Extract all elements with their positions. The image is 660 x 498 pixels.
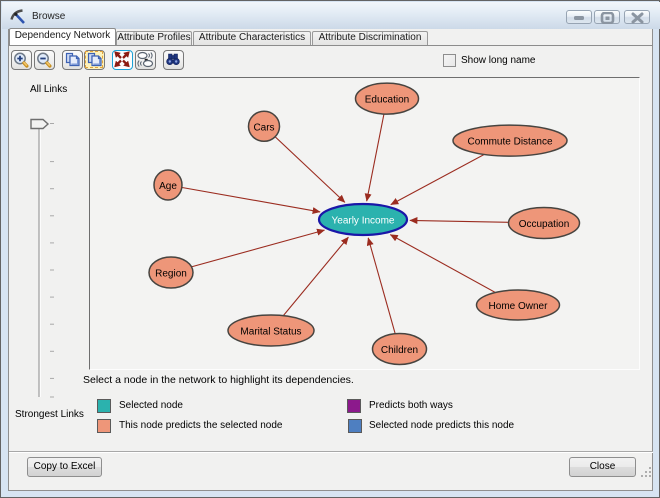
svg-text:Children: Children: [381, 345, 418, 356]
svg-text:Home Owner: Home Owner: [489, 301, 549, 312]
svg-text:Yearly Income: Yearly Income: [332, 216, 395, 227]
svg-text:Education: Education: [365, 95, 409, 106]
svg-text:Marital Status: Marital Status: [240, 327, 301, 338]
svg-text:Region: Region: [155, 269, 187, 280]
svg-text:Occupation: Occupation: [519, 219, 570, 230]
svg-text:Commute Distance: Commute Distance: [467, 137, 552, 148]
svg-text:Age: Age: [159, 181, 177, 192]
svg-text:Cars: Cars: [253, 122, 274, 133]
